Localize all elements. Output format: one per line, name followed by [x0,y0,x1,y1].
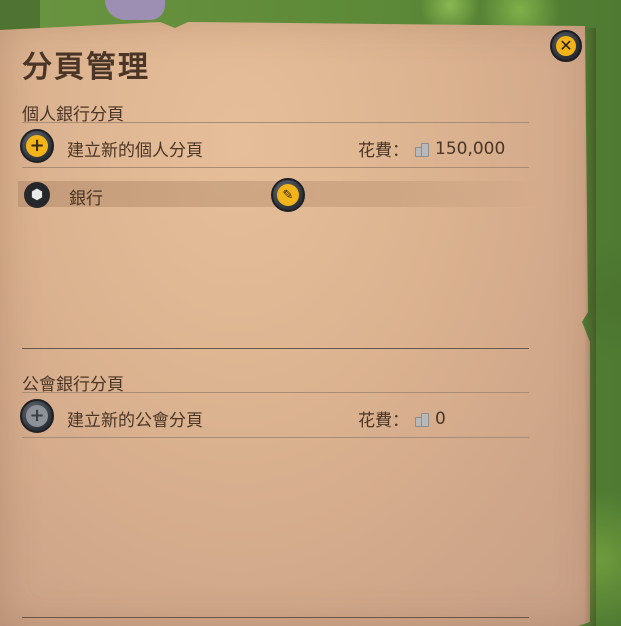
guild-section-divider [22,392,529,393]
personal-section-divider [22,122,529,123]
guild-row-divider [22,437,529,438]
plus-icon-disabled: + [26,405,48,427]
personal-tab-cost: 花費： 150,000 [358,136,506,162]
cost-value: 0 [435,408,446,429]
silver-coin-icon [415,142,429,157]
silver-coin-icon [415,412,429,427]
edit-icon: ✎ [277,184,299,206]
dialog-title: 分頁管理 [22,50,150,85]
background-shadow [0,0,40,30]
bank-cube-icon: ⬢ [24,182,50,208]
create-personal-tab-label: 建立新的個人分頁 [67,141,203,161]
cost-label: 花費： [358,141,409,161]
close-icon: ✕ [556,36,576,56]
panel-edge [584,28,596,626]
background-rock [105,0,165,20]
cost-label: 花費： [358,411,409,431]
create-personal-tab-button[interactable]: + [20,129,54,163]
bank-tab-label: 銀行 [69,189,103,209]
close-button[interactable]: ✕ [550,30,582,62]
bottom-separator [22,617,529,618]
edit-bank-tab-button[interactable]: ✎ [271,178,305,212]
create-personal-tab-row: + 建立新的個人分頁 花費： 150,000 [20,129,530,165]
cost-value: 150,000 [435,138,506,159]
plus-icon: + [26,135,48,157]
create-guild-tab-row: + 建立新的公會分頁 花費： 0 [20,399,530,435]
section-separator [22,348,529,349]
personal-row-divider [22,167,529,168]
create-guild-tab-label: 建立新的公會分頁 [67,411,203,431]
create-guild-tab-button[interactable]: + [20,399,54,433]
guild-tab-cost: 花費： 0 [358,406,446,432]
